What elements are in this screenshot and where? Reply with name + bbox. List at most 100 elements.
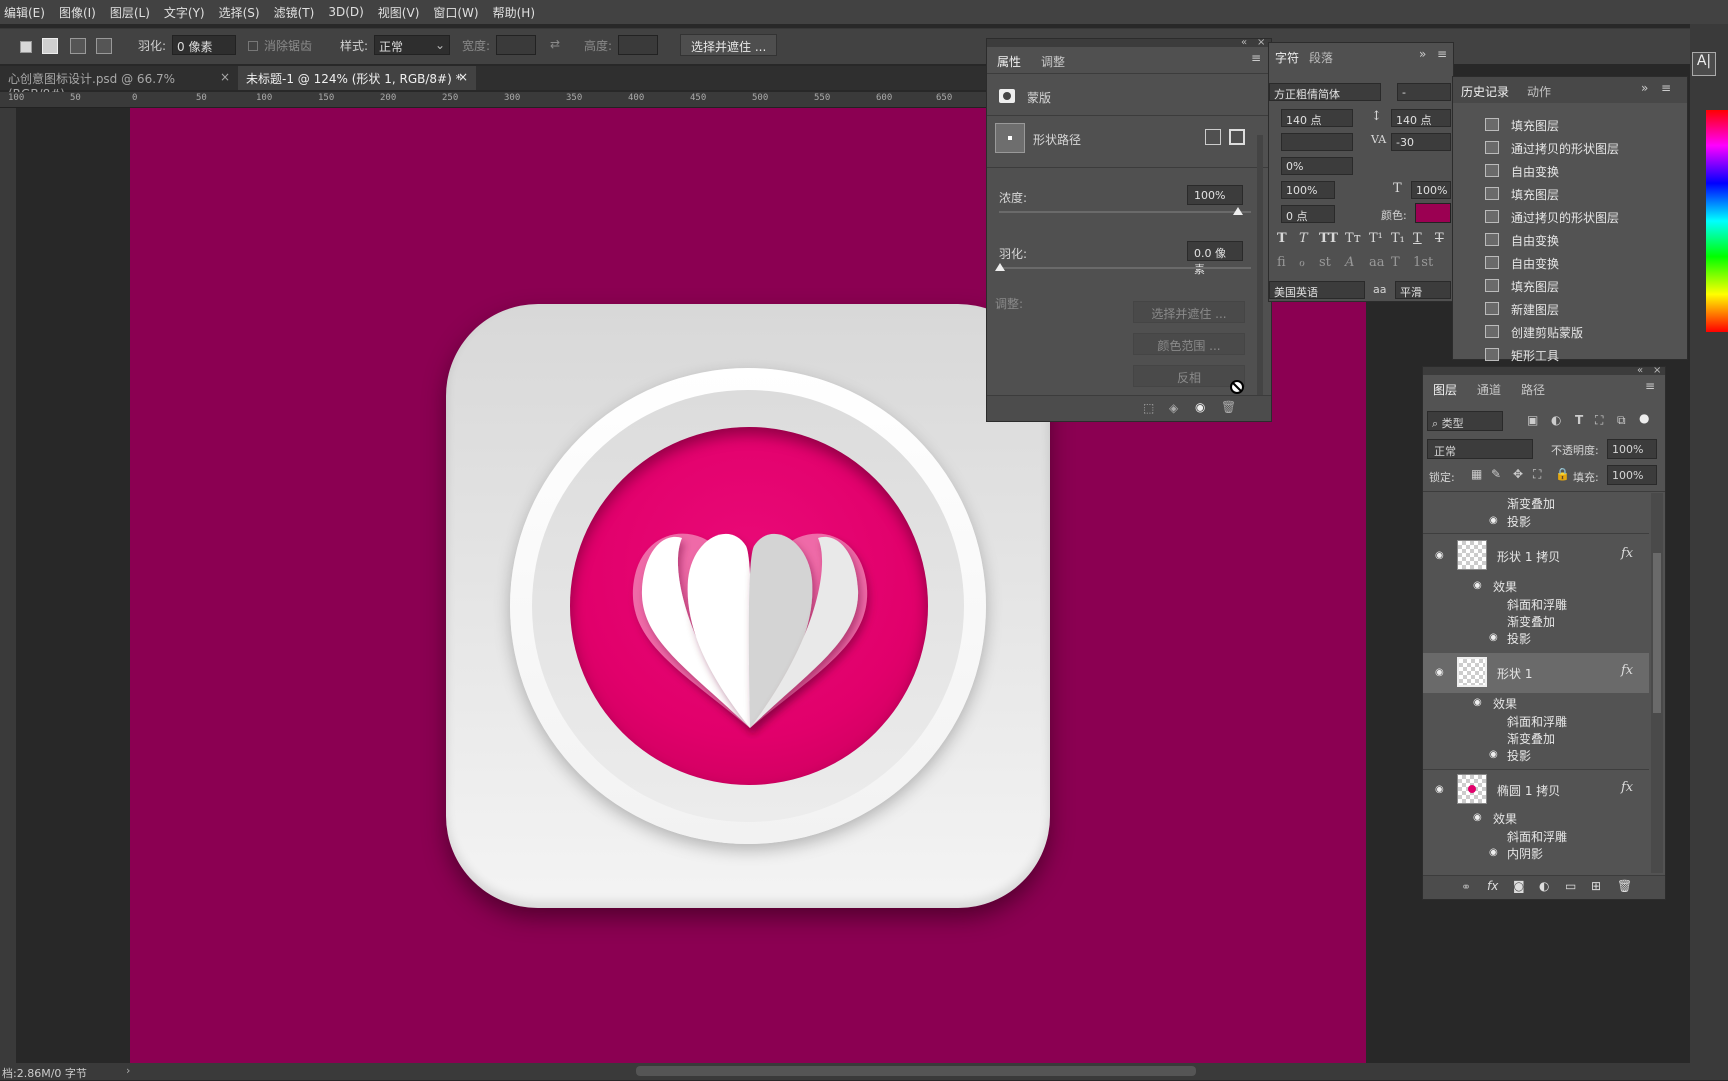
width-input[interactable]: [496, 35, 536, 55]
link-layers-icon[interactable]: ⚭: [1461, 880, 1471, 894]
feather-slider[interactable]: [999, 267, 1251, 269]
tab-paths[interactable]: 路径: [1521, 381, 1545, 398]
density-slider-handle[interactable]: [1233, 207, 1243, 215]
collapse-icon[interactable]: «: [1241, 37, 1247, 48]
subtract-selection-icon[interactable]: [70, 38, 86, 54]
tab-layers[interactable]: 图层: [1433, 381, 1457, 398]
feather-slider-handle[interactable]: [995, 263, 1005, 271]
history-item[interactable]: 创建剪贴蒙版: [1453, 320, 1689, 343]
menu-window[interactable]: 窗口(W): [433, 4, 478, 21]
effect-item[interactable]: 内阴影: [1507, 845, 1543, 862]
lock-image-icon[interactable]: ✎: [1491, 467, 1501, 481]
fx-icon[interactable]: fx: [1621, 780, 1633, 795]
tab-properties[interactable]: 属性: [997, 53, 1021, 70]
add-style-icon[interactable]: fx: [1487, 879, 1498, 893]
menu-layer[interactable]: 图层(L): [110, 4, 150, 21]
tracking-input[interactable]: -30: [1391, 133, 1451, 151]
style-select[interactable]: 正常 ⌄: [374, 35, 450, 55]
filter-pixel-icon[interactable]: ▣: [1527, 413, 1538, 427]
menu-view[interactable]: 视图(V): [378, 4, 420, 21]
tab-adjustments[interactable]: 调整: [1041, 53, 1065, 70]
antialias-checkbox[interactable]: [248, 41, 258, 51]
font-family-select[interactable]: 方正粗倩简体: [1269, 83, 1381, 101]
opacity-input[interactable]: 100%: [1607, 439, 1657, 459]
filter-smart-object-icon[interactable]: ⧉: [1617, 413, 1626, 428]
stylistic-alt-icon[interactable]: aa: [1369, 255, 1385, 270]
italic-icon[interactable]: T: [1299, 231, 1308, 246]
fx-icon[interactable]: fx: [1621, 546, 1633, 561]
swash-icon[interactable]: A: [1345, 255, 1354, 270]
filter-type-icon[interactable]: T: [1575, 413, 1583, 427]
tab-history[interactable]: 历史记录: [1461, 83, 1509, 100]
tab-document-1[interactable]: 心创意图标设计.psd @ 66.7%(RGB/8#) ×: [0, 66, 234, 101]
subscript-icon[interactable]: T₁: [1391, 231, 1405, 246]
effect-item[interactable]: 斜面和浮雕: [1507, 828, 1567, 845]
eye-icon[interactable]: ◉: [1195, 400, 1205, 414]
expand-icon[interactable]: »: [1641, 81, 1648, 95]
trash-icon[interactable]: 🗑: [1617, 879, 1632, 893]
intersect-selection-icon[interactable]: [96, 38, 112, 54]
effect-item[interactable]: 投影: [1507, 513, 1531, 530]
menu-3d[interactable]: 3D(D): [328, 5, 363, 19]
panel-menu-icon[interactable]: ≡: [1645, 379, 1655, 393]
vector-mask-thumbnail[interactable]: [995, 123, 1025, 153]
eye-icon[interactable]: ◉: [1435, 550, 1449, 561]
history-item[interactable]: 填充图层: [1453, 274, 1689, 297]
add-mask-icon[interactable]: [1205, 129, 1221, 145]
lock-all-icon[interactable]: 🔒: [1555, 467, 1570, 481]
collapse-icon[interactable]: «: [1637, 365, 1643, 376]
apply-mask-icon[interactable]: ◈: [1169, 401, 1178, 415]
filter-adjustment-icon[interactable]: ◐: [1551, 413, 1561, 427]
menu-edit[interactable]: 编辑(E): [4, 4, 45, 21]
density-input[interactable]: 100%: [1187, 185, 1243, 205]
eye-icon[interactable]: ◉: [1489, 847, 1503, 858]
layer-row[interactable]: ◉ 形状 1 拷贝 fx ◉ 效果 斜面和浮雕 渐变叠加 ◉ 投影: [1423, 533, 1649, 646]
menu-select[interactable]: 选择(S): [219, 4, 260, 21]
character-panel-icon[interactable]: A|: [1692, 52, 1716, 76]
tab-channels[interactable]: 通道: [1477, 381, 1501, 398]
tab-paragraph[interactable]: 段落: [1309, 49, 1333, 66]
horizontal-scale-input[interactable]: 100%: [1411, 181, 1451, 199]
text-color-swatch[interactable]: [1415, 203, 1451, 223]
effect-item[interactable]: 投影: [1507, 747, 1531, 764]
fx-icon[interactable]: fx: [1621, 663, 1633, 678]
add-mask-icon[interactable]: ◙: [1513, 879, 1525, 893]
menu-help[interactable]: 帮助(H): [493, 4, 535, 21]
discretionary-lig-icon[interactable]: st: [1319, 255, 1331, 270]
all-caps-icon[interactable]: TT: [1319, 231, 1338, 246]
effect-item[interactable]: 渐变叠加: [1507, 613, 1555, 630]
filter-toggle-icon[interactable]: ●: [1639, 411, 1649, 425]
small-caps-icon[interactable]: Tт: [1345, 231, 1361, 246]
fill-input[interactable]: 100%: [1607, 465, 1657, 485]
expand-icon[interactable]: »: [1419, 47, 1426, 61]
new-layer-icon[interactable]: ⊞: [1591, 879, 1601, 893]
oldstyle-icon[interactable]: ℴ: [1299, 255, 1305, 270]
close-icon[interactable]: ×: [1257, 37, 1265, 48]
feather-input[interactable]: 0 像素: [172, 35, 236, 55]
eye-icon[interactable]: ◉: [1473, 697, 1487, 708]
leading-input[interactable]: 140 点: [1391, 109, 1451, 127]
underline-icon[interactable]: T: [1413, 231, 1422, 246]
layer-name[interactable]: 形状 1 拷贝: [1497, 548, 1560, 565]
layer-name[interactable]: 椭圆 1 拷贝: [1497, 782, 1560, 799]
antialias-select[interactable]: 平滑: [1395, 281, 1451, 299]
new-adjustment-icon[interactable]: ◐: [1539, 879, 1549, 893]
tab-character[interactable]: 字符: [1275, 49, 1299, 66]
new-selection-icon[interactable]: [20, 41, 32, 53]
feather-input[interactable]: 0.0 像素: [1187, 241, 1243, 276]
history-item[interactable]: 新建图层: [1453, 297, 1689, 320]
layer-name[interactable]: 形状 1: [1497, 665, 1532, 682]
history-item[interactable]: 矩形工具: [1453, 343, 1689, 366]
layers-scrollbar[interactable]: [1651, 493, 1663, 873]
effect-item[interactable]: 斜面和浮雕: [1507, 596, 1567, 613]
ligature-icon[interactable]: fi: [1277, 255, 1286, 270]
layer-row-selected[interactable]: ◉ 形状 1 fx: [1423, 653, 1649, 693]
eye-icon[interactable]: ◉: [1489, 749, 1503, 760]
layer-row[interactable]: ◉ 椭圆 1 拷贝 fx ◉ 效果 斜面和浮雕 ◉ 内阴影: [1423, 769, 1649, 873]
bold-icon[interactable]: T: [1277, 231, 1287, 246]
select-and-mask-button[interactable]: 选择并遮住 ...: [1133, 301, 1245, 323]
eye-icon[interactable]: ◉: [1473, 580, 1487, 591]
language-select[interactable]: 美国英语: [1269, 281, 1365, 299]
history-item[interactable]: 自由变换: [1453, 251, 1689, 274]
close-icon[interactable]: ×: [220, 70, 230, 84]
